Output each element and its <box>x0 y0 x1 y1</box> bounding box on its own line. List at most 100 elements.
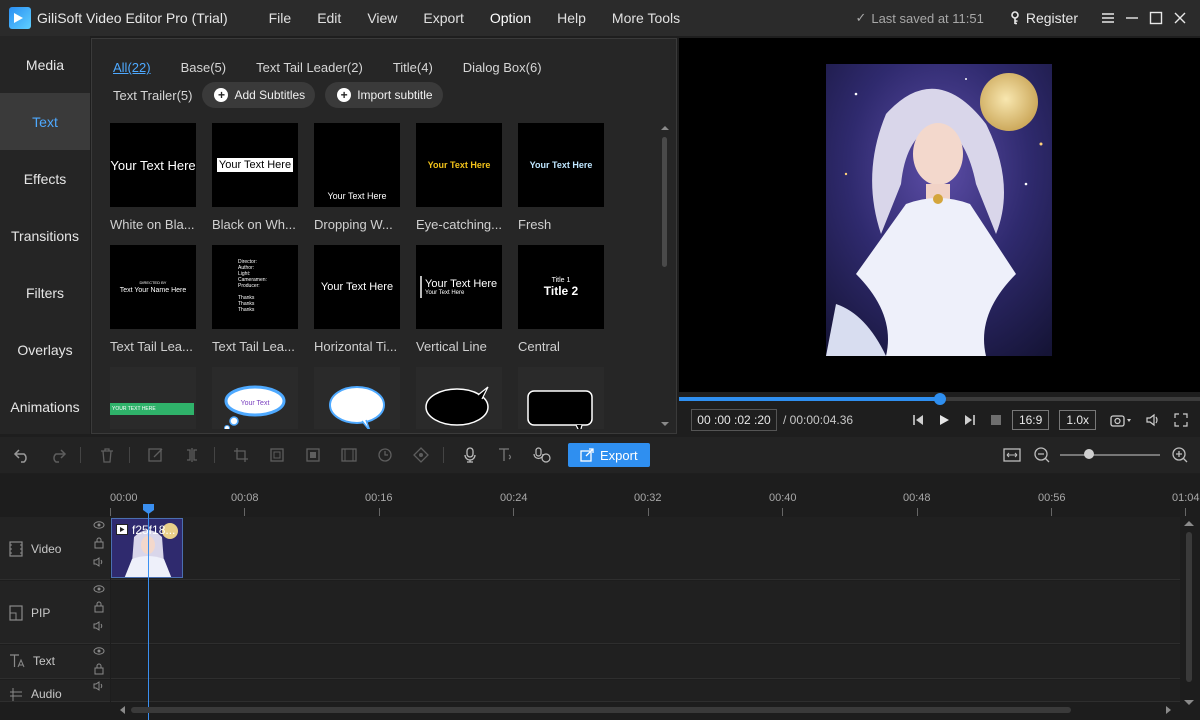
sidebar-item-animations[interactable]: Animations <box>0 378 90 435</box>
microphone-icon[interactable] <box>460 445 480 465</box>
template-tile[interactable]: Your Text <box>212 367 298 429</box>
sidebar-item-filters[interactable]: Filters <box>0 264 90 321</box>
template-tile[interactable]: Title 1 Title 2 Central <box>518 245 604 354</box>
track-lane-video[interactable] <box>111 517 1180 580</box>
menu-view[interactable]: View <box>354 10 410 26</box>
template-tile[interactable]: Your Text Here Fresh <box>518 123 604 232</box>
template-tile[interactable] <box>518 367 604 429</box>
zoom-out-icon[interactable] <box>1032 445 1052 465</box>
visibility-eye-icon[interactable] <box>93 583 105 601</box>
template-tile[interactable]: Your Text Here Horizontal Ti... <box>314 245 400 354</box>
zoom-in-icon[interactable] <box>1170 445 1190 465</box>
menu-option[interactable]: Option <box>477 10 544 26</box>
category-text-trailer[interactable]: Text Trailer(5) <box>113 88 192 103</box>
video-clip[interactable]: f25f18... <box>111 518 183 578</box>
frame-icon[interactable] <box>339 445 359 465</box>
register-button[interactable]: Register <box>1010 10 1078 26</box>
minimize-icon[interactable] <box>1120 6 1144 30</box>
previous-frame-icon[interactable] <box>912 414 924 426</box>
watermark-icon[interactable] <box>303 445 323 465</box>
sidebar-item-text[interactable]: Text <box>0 93 90 150</box>
template-tile[interactable]: Your Text Here Your Text Here Vertical L… <box>416 245 502 354</box>
timeline-vscroll-thumb[interactable] <box>1186 532 1192 682</box>
undo-icon[interactable] <box>12 445 32 465</box>
playback-progress-bar[interactable] <box>679 393 1200 405</box>
timeline-hscroll-thumb[interactable] <box>131 707 1071 713</box>
menu-help[interactable]: Help <box>544 10 599 26</box>
scroll-down-icon[interactable] <box>660 419 670 429</box>
library-scrollbar[interactable] <box>660 123 670 429</box>
track-lane-pip[interactable] <box>111 581 1180 644</box>
edit-icon[interactable] <box>146 445 166 465</box>
keyframe-icon[interactable] <box>411 445 431 465</box>
zoom-slider[interactable] <box>1060 449 1160 459</box>
template-tile[interactable]: Your Text Here Eye-catching... <box>416 123 502 232</box>
fit-timeline-icon[interactable] <box>1002 445 1022 465</box>
template-tile[interactable]: Director: Author: Light: Cameramen: Prod… <box>212 245 298 354</box>
menu-file[interactable]: File <box>256 10 305 26</box>
mosaic-icon[interactable] <box>267 445 287 465</box>
timeline-vertical-scrollbar[interactable] <box>1182 518 1196 708</box>
next-frame-icon[interactable] <box>964 414 976 426</box>
duration-icon[interactable] <box>375 445 395 465</box>
visibility-eye-icon[interactable] <box>93 645 105 663</box>
stop-icon[interactable] <box>990 414 1002 426</box>
zoom-slider-knob[interactable] <box>1084 449 1094 459</box>
scroll-down-icon[interactable] <box>1182 698 1196 708</box>
template-tile[interactable] <box>314 367 400 429</box>
fullscreen-icon[interactable] <box>1174 413 1188 427</box>
menu-more-tools[interactable]: More Tools <box>599 10 693 26</box>
scroll-up-icon[interactable] <box>660 123 670 133</box>
template-tile[interactable]: Your Text Here Black on Wh... <box>212 123 298 232</box>
maximize-icon[interactable] <box>1144 6 1168 30</box>
scroll-up-icon[interactable] <box>1182 518 1196 528</box>
current-time-field[interactable]: 00 :00 :02 :20 <box>691 409 777 431</box>
close-icon[interactable] <box>1168 6 1192 30</box>
timeline-horizontal-scrollbar[interactable] <box>111 704 1180 716</box>
aspect-ratio-button[interactable]: 16:9 <box>1011 410 1050 430</box>
sidebar-item-media[interactable]: Media <box>0 36 90 93</box>
split-icon[interactable] <box>182 445 202 465</box>
template-tile[interactable]: Your Text Here White on Bla... <box>110 123 196 232</box>
speed-button[interactable]: 1.0x <box>1059 410 1096 430</box>
menu-export[interactable]: Export <box>410 10 476 26</box>
category-base[interactable]: Base(5) <box>181 60 227 75</box>
template-tile[interactable]: Your Text Here Dropping W... <box>314 123 400 232</box>
lock-icon[interactable] <box>93 537 105 556</box>
add-subtitles-button[interactable]: + Add Subtitles <box>202 82 316 108</box>
category-all[interactable]: All(22) <box>113 60 151 75</box>
redo-icon[interactable] <box>48 445 68 465</box>
volume-icon[interactable] <box>93 620 105 639</box>
category-dialog-box[interactable]: Dialog Box(6) <box>463 60 542 75</box>
lock-icon[interactable] <box>93 601 105 620</box>
volume-icon[interactable] <box>93 556 105 575</box>
sidebar-item-transitions[interactable]: Transitions <box>0 207 90 264</box>
text-to-speech-icon[interactable] <box>496 445 516 465</box>
category-title[interactable]: Title(4) <box>393 60 433 75</box>
template-tile[interactable] <box>416 367 502 429</box>
playhead[interactable] <box>148 504 149 720</box>
sidebar-item-overlays[interactable]: Overlays <box>0 321 90 378</box>
speech-to-text-icon[interactable] <box>532 445 552 465</box>
template-tile[interactable]: YOUR TEXT HERE <box>110 367 196 429</box>
track-lane-text[interactable] <box>111 645 1180 679</box>
category-text-tail-leader[interactable]: Text Tail Leader(2) <box>256 60 363 75</box>
crop-icon[interactable] <box>231 445 251 465</box>
hamburger-menu-icon[interactable] <box>1096 6 1120 30</box>
visibility-eye-icon[interactable] <box>93 519 105 537</box>
snapshot-icon[interactable] <box>1110 413 1132 427</box>
template-tile[interactable]: DIRECTED BY Text Your Name Here Text Tai… <box>110 245 196 354</box>
menu-edit[interactable]: Edit <box>304 10 354 26</box>
play-icon[interactable] <box>938 414 950 426</box>
volume-icon[interactable] <box>93 680 105 699</box>
timeline-ruler[interactable]: 00:00 00:08 00:16 00:24 00:32 00:40 00:4… <box>110 492 1200 516</box>
sidebar-item-effects[interactable]: Effects <box>0 150 90 207</box>
track-lane-audio[interactable] <box>111 680 1180 702</box>
export-button[interactable]: Export <box>568 443 650 467</box>
import-subtitle-button[interactable]: + Import subtitle <box>325 82 443 108</box>
scroll-right-icon[interactable] <box>1164 704 1174 716</box>
scroll-left-icon[interactable] <box>117 704 127 716</box>
delete-icon[interactable] <box>97 445 117 465</box>
library-scroll-thumb[interactable] <box>662 137 667 267</box>
volume-icon[interactable] <box>1146 413 1160 427</box>
